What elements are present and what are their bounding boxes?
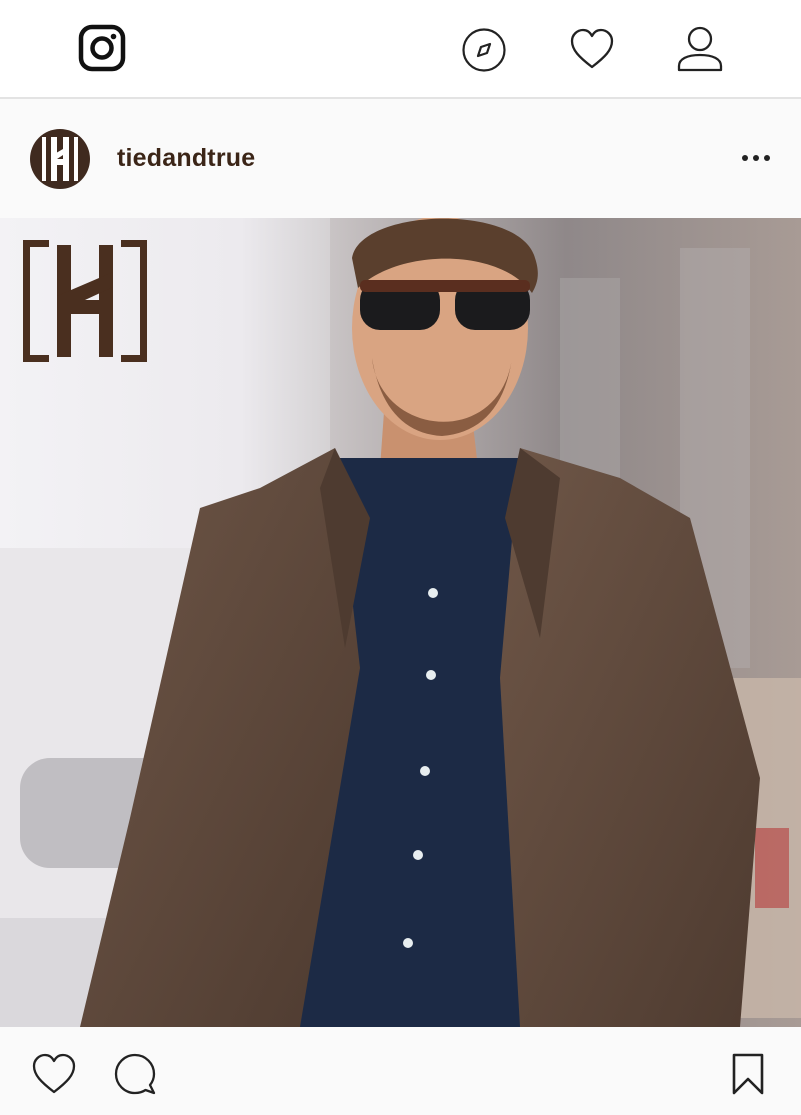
- comment-bubble-icon[interactable]: [112, 1052, 158, 1098]
- post-username[interactable]: tiedandtrue: [117, 144, 255, 173]
- instagram-logo-icon[interactable]: [78, 24, 126, 72]
- post-image[interactable]: [0, 218, 801, 1027]
- brand-logo-icon: [42, 137, 78, 181]
- avatar[interactable]: [30, 129, 90, 189]
- top-nav-bar: [0, 0, 801, 99]
- user-icon[interactable]: [677, 26, 723, 72]
- more-options-icon[interactable]: [741, 151, 771, 165]
- like-heart-icon[interactable]: [31, 1052, 77, 1096]
- tied-and-true-logo: [23, 240, 147, 362]
- post-action-bar: [0, 1027, 801, 1115]
- heart-icon[interactable]: [569, 27, 615, 71]
- post-header: tiedandtrue: [0, 99, 801, 218]
- compass-icon[interactable]: [461, 27, 507, 73]
- bookmark-icon[interactable]: [731, 1052, 765, 1096]
